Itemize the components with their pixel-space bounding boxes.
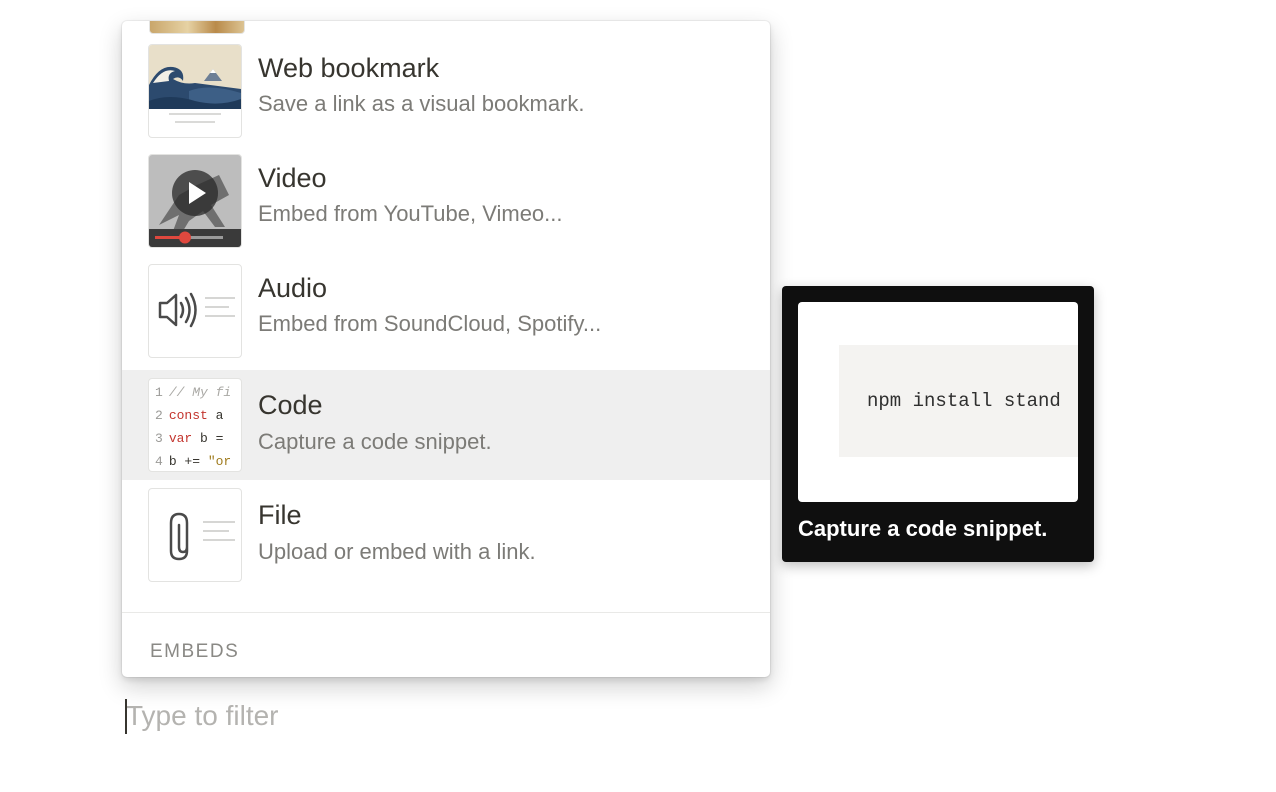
menu-item-video[interactable]: Video Embed from YouTube, Vimeo... — [122, 137, 770, 248]
filter-input[interactable] — [126, 696, 626, 736]
menu-item-web-bookmark[interactable]: Web bookmark Save a link as a visual boo… — [122, 27, 770, 138]
audio-icon — [148, 264, 242, 358]
menu-item-file[interactable]: File Upload or embed with a link. — [122, 480, 770, 590]
menu-item-audio[interactable]: Audio Embed from SoundCloud, Spotify... — [122, 247, 770, 358]
menu-item-title: Code — [258, 390, 323, 420]
tooltip-caption: Capture a code snippet. — [798, 516, 1048, 541]
block-insert-menu: Web bookmark Save a link as a visual boo… — [122, 21, 770, 677]
section-label-embeds: EMBEDS — [150, 641, 240, 662]
menu-item-description: Upload or embed with a link. — [258, 539, 536, 564]
menu-item-code[interactable]: 1// My fi 2 const a 3 var b = 4b += "or Co… — [122, 370, 770, 480]
preview-code-block: npm install stand — [839, 345, 1078, 457]
video-icon — [148, 154, 242, 248]
code-thumbnail: 1// My fi 2 const a 3 var b = 4b += "or — [155, 385, 232, 469]
menu-item-title: Web bookmark — [258, 53, 440, 83]
web-bookmark-icon — [148, 44, 242, 138]
menu-item-description: Embed from SoundCloud, Spotify... — [258, 311, 602, 336]
preview-image: npm install stand — [798, 302, 1078, 502]
preview-code-text: npm install stand — [867, 390, 1061, 412]
block-preview-tooltip: npm install stand Capture a code snippet… — [782, 286, 1094, 562]
section-divider — [122, 612, 770, 613]
menu-item-description: Capture a code snippet. — [258, 429, 492, 454]
code-icon: 1// My fi 2 const a 3 var b = 4b += "or — [148, 378, 242, 472]
menu-item-title: File — [258, 500, 302, 530]
menu-item-title: Audio — [258, 273, 328, 303]
menu-item-description: Save a link as a visual bookmark. — [258, 91, 585, 116]
text-caret — [125, 699, 127, 734]
file-icon — [148, 488, 242, 582]
menu-item-title: Video — [258, 163, 327, 193]
menu-item-description: Embed from YouTube, Vimeo... — [258, 201, 563, 226]
